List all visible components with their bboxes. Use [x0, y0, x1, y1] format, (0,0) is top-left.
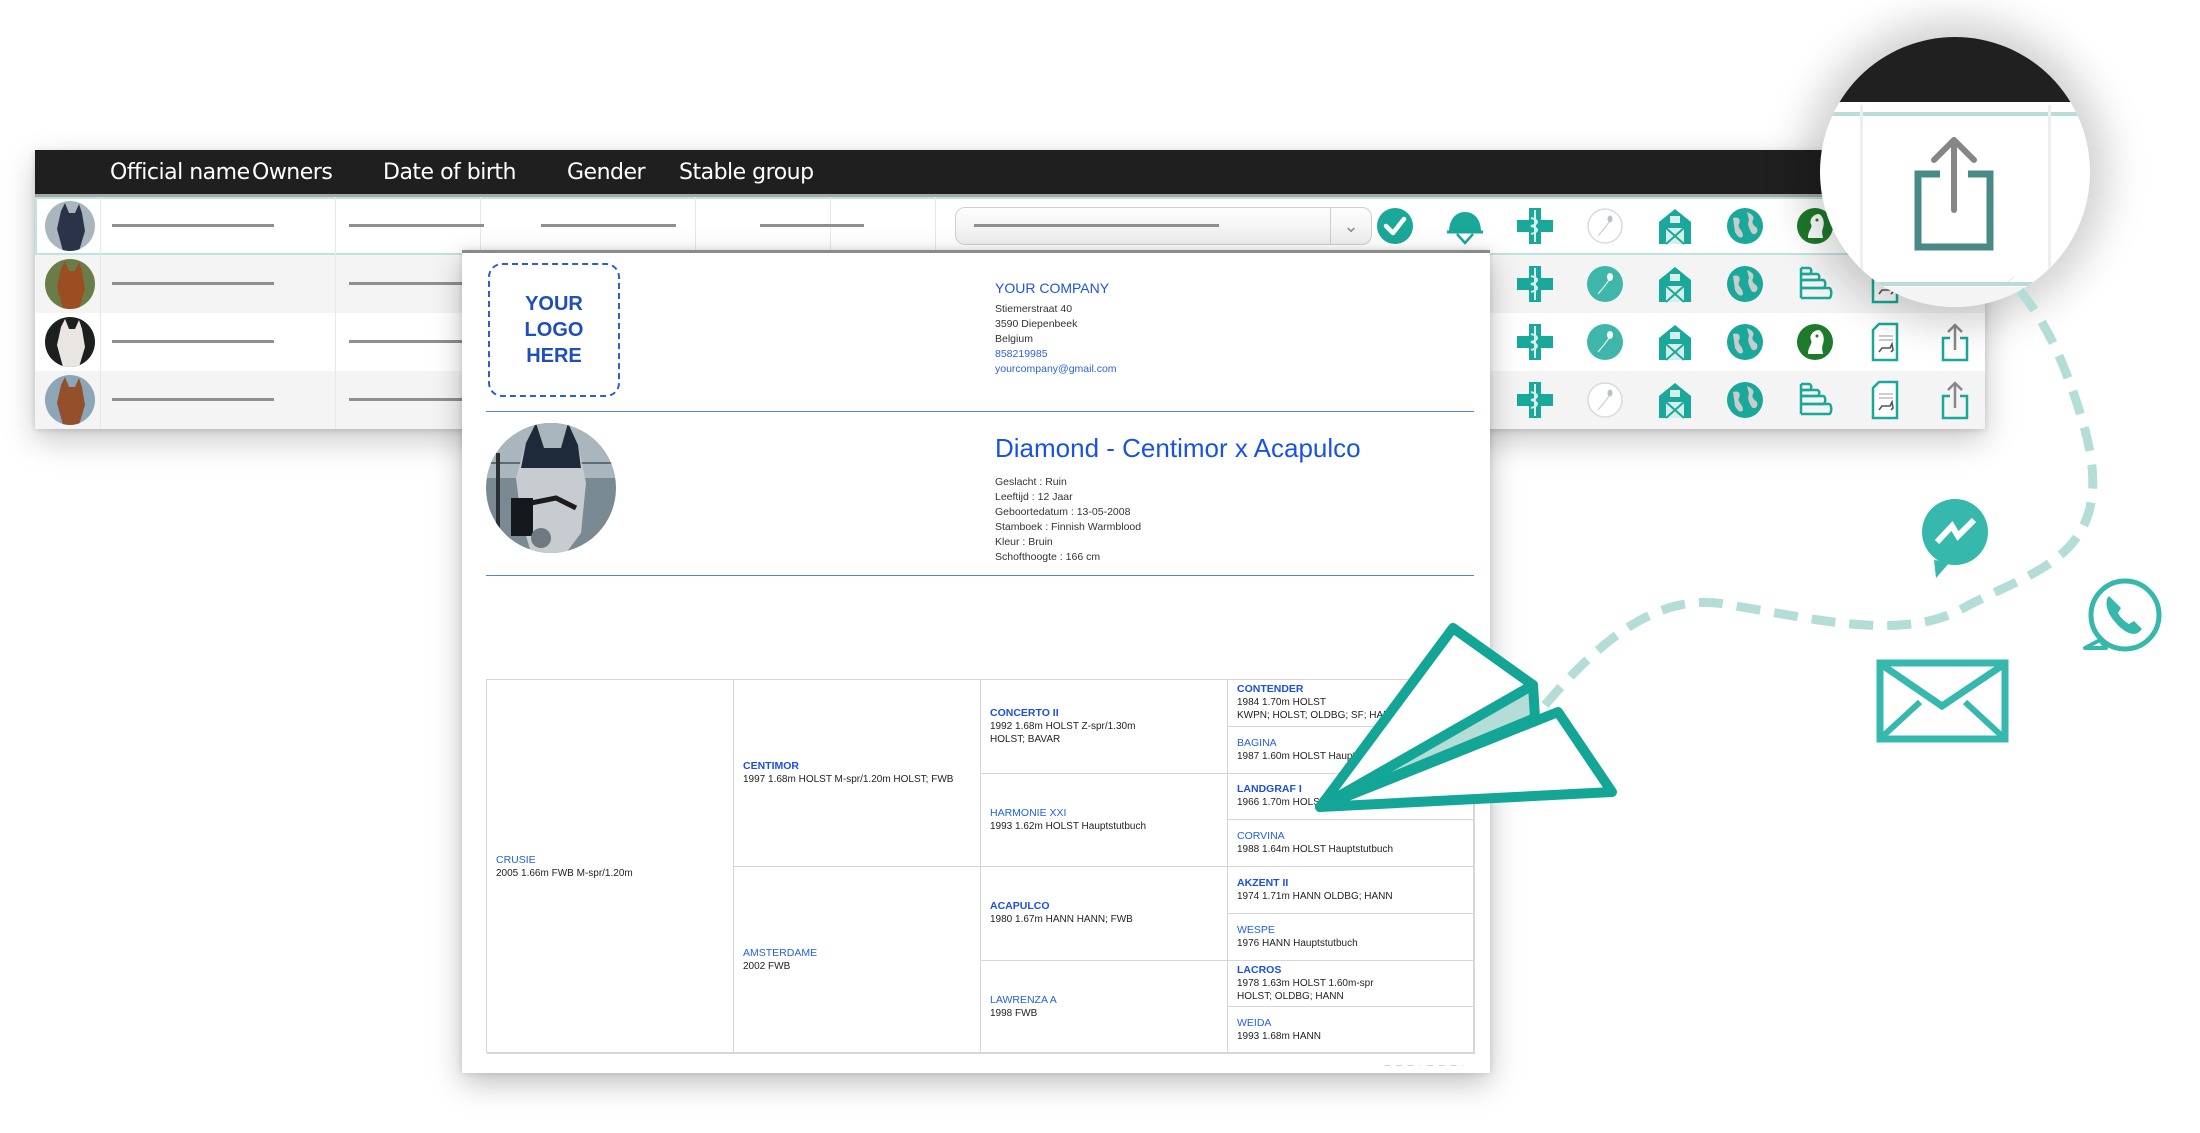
whatsapp-icon[interactable]	[2083, 578, 2162, 652]
messenger-icon[interactable]	[1922, 499, 1988, 578]
paper-plane-icon	[1315, 623, 1617, 812]
dashed-flight-path	[1541, 276, 2098, 708]
share-illustration	[1315, 276, 2162, 812]
envelope-icon[interactable]	[1876, 659, 2009, 743]
